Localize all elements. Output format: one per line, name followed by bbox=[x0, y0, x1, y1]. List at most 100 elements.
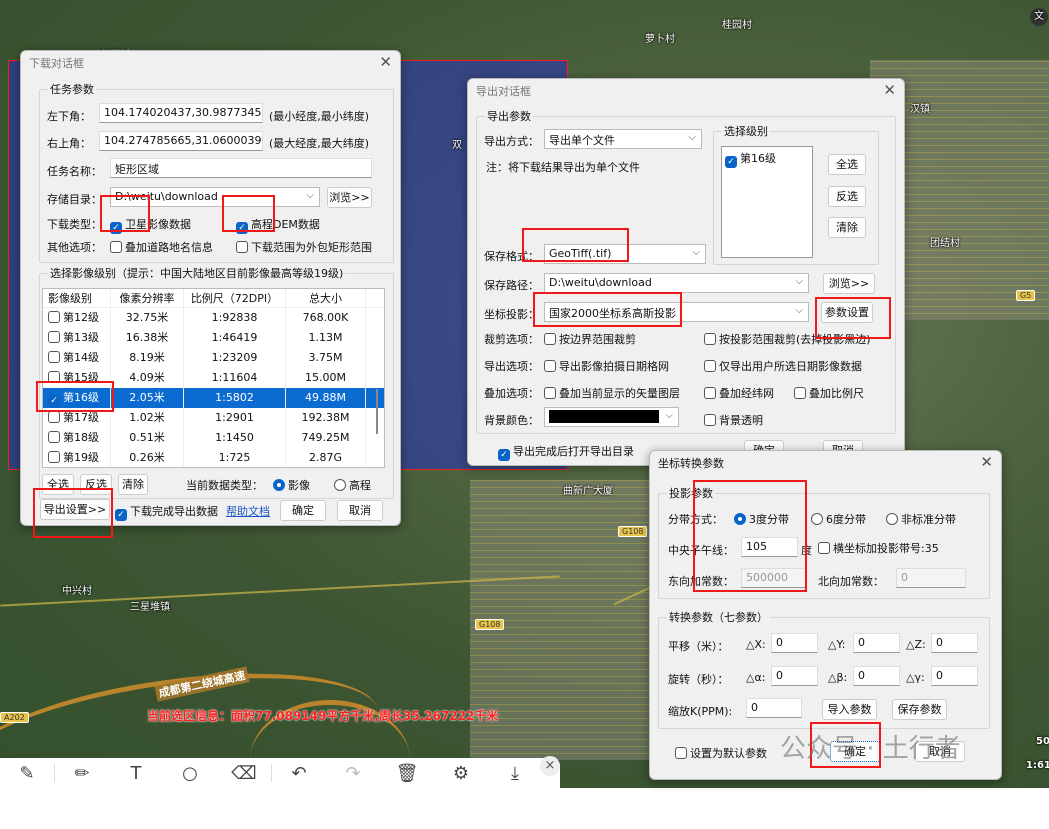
checkbox[interactable]: ✓ bbox=[48, 395, 60, 407]
select-all-button[interactable]: 全选 bbox=[42, 474, 74, 495]
checkbox[interactable] bbox=[48, 411, 60, 423]
default-checkbox[interactable]: 设置为默认参数 bbox=[675, 745, 767, 761]
table-row[interactable]: 第12级 32.75米 1:92838 768.00K bbox=[43, 308, 384, 328]
pencil-icon[interactable]: ✏ bbox=[55, 763, 109, 784]
table-row[interactable]: ✓ 第16级 2.05米 1:5802 49.88M bbox=[43, 388, 384, 408]
circle-icon[interactable]: ○ bbox=[163, 763, 217, 784]
checkbox[interactable] bbox=[48, 311, 60, 323]
task-name-input[interactable]: 矩形区域 bbox=[110, 158, 372, 178]
scrollbar[interactable] bbox=[376, 389, 378, 434]
level-list[interactable]: ✓ 第16级 bbox=[721, 146, 813, 258]
cancel-button[interactable]: 取消 bbox=[915, 741, 965, 762]
clip-proj-checkbox[interactable]: 按投影范围裁剪(去掉投影黑边) bbox=[704, 331, 871, 347]
export-grid-checkbox[interactable]: 导出影像拍摄日期格网 bbox=[544, 358, 669, 374]
level-cell[interactable]: 第14级 bbox=[43, 348, 111, 368]
level-cell[interactable]: 第15级 bbox=[43, 368, 111, 388]
invert-button[interactable]: 反选 bbox=[80, 474, 112, 495]
rot-alpha-input[interactable]: 0 bbox=[771, 666, 818, 686]
translate-icon[interactable]: 文 bbox=[1030, 8, 1048, 26]
checkbox[interactable] bbox=[48, 331, 60, 343]
close-icon[interactable]: ✕ bbox=[379, 53, 392, 71]
overlay-grid-checkbox[interactable]: 叠加经纬网 bbox=[704, 385, 774, 401]
toolbar-close-button[interactable]: × bbox=[540, 756, 560, 776]
checkbox[interactable] bbox=[48, 371, 60, 383]
path-select[interactable]: D:\weitu\download ⌵ bbox=[544, 273, 809, 293]
undo-icon[interactable]: ↶ bbox=[272, 763, 326, 784]
false-easting-input[interactable]: 500000 bbox=[741, 568, 807, 588]
export-mode-select[interactable]: 导出单个文件 ⌵ bbox=[544, 129, 702, 149]
level-cell[interactable]: 第18级 bbox=[43, 428, 111, 448]
export-user-checkbox[interactable]: 仅导出用户所选日期影像数据 bbox=[704, 358, 862, 374]
download-icon[interactable]: ⤓ bbox=[488, 763, 542, 784]
rot-gamma-input[interactable]: 0 bbox=[931, 666, 978, 686]
road-checkbox[interactable]: 叠加道路地名信息 bbox=[110, 239, 213, 255]
level-cell[interactable]: 第13级 bbox=[43, 328, 111, 348]
select-all-button[interactable]: 全选 bbox=[828, 154, 866, 175]
bbox-checkbox[interactable]: 下载范围为外包矩形范围 bbox=[236, 239, 372, 255]
dz-input[interactable]: 0 bbox=[931, 633, 978, 653]
browse-button[interactable]: 浏览>> bbox=[823, 273, 875, 294]
table-row[interactable]: 第18级 0.51米 1:1450 749.25M bbox=[43, 428, 384, 448]
level-cell[interactable]: 第17级 bbox=[43, 408, 111, 428]
directory-select[interactable]: D:\weitu\download ⌵ bbox=[110, 187, 320, 207]
level-cell[interactable]: ✓ 第16级 bbox=[43, 388, 111, 408]
bg-color-select[interactable]: ⌵ bbox=[544, 407, 679, 427]
export-after-checkbox[interactable]: ✓ 下载完成导出数据 bbox=[115, 503, 218, 521]
level-cell[interactable]: 第19级 bbox=[43, 448, 111, 467]
dy-input[interactable]: 0 bbox=[853, 633, 900, 653]
close-icon[interactable]: ✕ bbox=[883, 81, 896, 99]
level-table[interactable]: 影像级别 像素分辨率 比例尺（72DPI） 总大小 第12级 32.75米 1:… bbox=[42, 288, 385, 468]
zone3-radio[interactable]: 3度分带 bbox=[734, 511, 789, 527]
ok-button[interactable]: 确定 bbox=[830, 741, 880, 762]
close-icon[interactable]: ✕ bbox=[980, 453, 993, 471]
checkbox[interactable] bbox=[48, 351, 60, 363]
clear-button[interactable]: 清除 bbox=[118, 474, 148, 495]
add-zone-checkbox[interactable]: 横坐标加投影带号:35 bbox=[818, 540, 939, 556]
trash-icon[interactable]: 🗑 bbox=[380, 763, 434, 784]
browse-button[interactable]: 浏览>> bbox=[327, 187, 372, 208]
param-settings-button[interactable]: 参数设置 bbox=[821, 302, 873, 323]
overlay-scale-checkbox[interactable]: 叠加比例尺 bbox=[794, 385, 864, 401]
scale-k-input[interactable]: 0 bbox=[746, 698, 802, 718]
zone-ns-radio[interactable]: 非标准分带 bbox=[886, 511, 956, 527]
false-northing-input[interactable]: 0 bbox=[896, 568, 966, 588]
dem-checkbox[interactable]: ✓ 高程DEM数据 bbox=[236, 216, 320, 234]
open-dir-checkbox[interactable]: ✓ 导出完成后打开导出目录 bbox=[498, 443, 634, 461]
lower-left-input[interactable]: 104.174020437,30.987734527 bbox=[99, 103, 263, 123]
overlay-vector-checkbox[interactable]: 叠加当前显示的矢量图层 bbox=[544, 385, 680, 401]
bg-transparent-checkbox[interactable]: 背景透明 bbox=[704, 412, 763, 428]
upper-right-input[interactable]: 104.274785665,31.060003966 bbox=[99, 131, 263, 151]
checkbox[interactable] bbox=[48, 431, 60, 443]
sat-checkbox[interactable]: ✓ 卫星影像数据 bbox=[110, 216, 191, 234]
list-item[interactable]: 第16级 bbox=[740, 152, 776, 165]
help-link[interactable]: 帮助文档 bbox=[226, 503, 270, 519]
table-row[interactable]: 第13级 16.38米 1:46419 1.13M bbox=[43, 328, 384, 348]
clear-button[interactable]: 清除 bbox=[828, 217, 866, 238]
table-row[interactable]: 第19级 0.26米 1:725 2.87G bbox=[43, 448, 384, 467]
ok-button[interactable]: 确定 bbox=[280, 500, 326, 521]
import-params-button[interactable]: 导入参数 bbox=[822, 699, 877, 720]
radio-image[interactable]: 影像 bbox=[273, 477, 310, 493]
clip-border-checkbox[interactable]: 按边界范围裁剪 bbox=[544, 331, 636, 347]
table-row[interactable]: 第14级 8.19米 1:23209 3.75M bbox=[43, 348, 384, 368]
table-row[interactable]: 第17级 1.02米 1:2901 192.38M bbox=[43, 408, 384, 428]
checkbox[interactable] bbox=[48, 451, 60, 463]
projection-select[interactable]: 国家2000坐标系高斯投影 ⌵ bbox=[544, 302, 809, 322]
invert-button[interactable]: 反选 bbox=[828, 186, 866, 207]
radio-dem[interactable]: 高程 bbox=[334, 477, 371, 493]
redo-icon[interactable]: ↷ bbox=[326, 763, 380, 784]
save-params-button[interactable]: 保存参数 bbox=[892, 699, 947, 720]
text-icon[interactable]: T bbox=[109, 763, 163, 784]
export-settings-button[interactable]: 导出设置>> bbox=[40, 499, 110, 520]
magic-pen-icon[interactable]: ✎ bbox=[0, 763, 54, 784]
gear-icon[interactable]: ⚙ bbox=[434, 763, 488, 784]
cancel-button[interactable]: 取消 bbox=[337, 500, 383, 521]
zone6-radio[interactable]: 6度分带 bbox=[811, 511, 866, 527]
eraser-icon[interactable]: ⌫ bbox=[217, 763, 271, 784]
level-cell[interactable]: 第12级 bbox=[43, 308, 111, 328]
central-meridian-input[interactable]: 105 bbox=[741, 537, 798, 557]
table-row[interactable]: 第15级 4.09米 1:11604 15.00M bbox=[43, 368, 384, 388]
format-select[interactable]: GeoTiff(.tif) ⌵ bbox=[544, 244, 706, 264]
dx-input[interactable]: 0 bbox=[771, 633, 818, 653]
rot-beta-input[interactable]: 0 bbox=[853, 666, 900, 686]
